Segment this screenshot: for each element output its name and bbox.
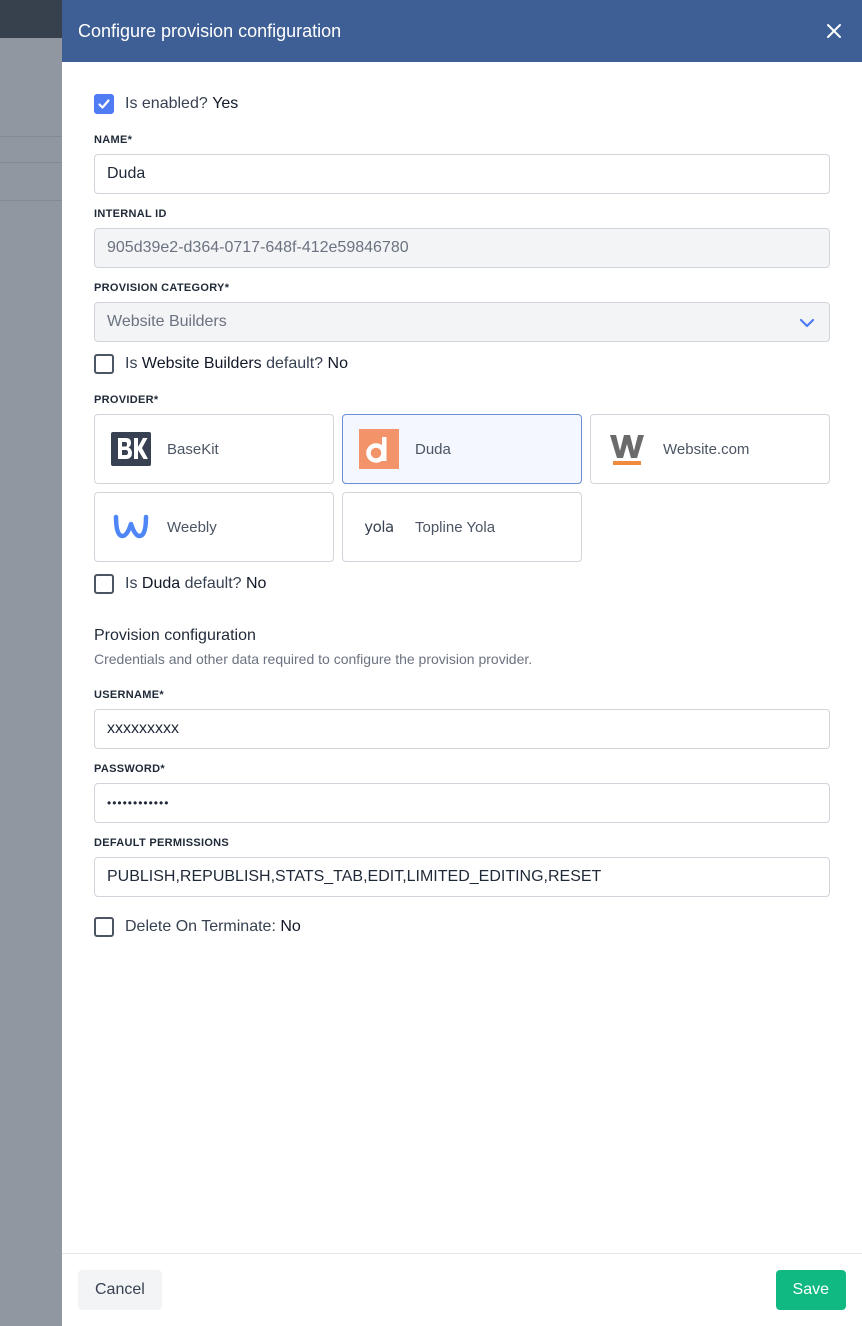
category-default-checkbox[interactable] [94, 354, 114, 374]
internal-id-value: 905d39e2-d364-0717-648f-412e59846780 [107, 239, 409, 256]
provider-card-websitecom[interactable]: Website.com [590, 414, 830, 484]
permissions-label: DEFAULT PERMISSIONS [94, 837, 230, 849]
name-label: NAME* [94, 134, 133, 146]
weebly-logo [111, 507, 151, 547]
close-icon [827, 24, 841, 38]
provider-default-prefix: Is [125, 575, 138, 592]
enabled-label: Is enabled? [125, 95, 208, 112]
duda-logo [359, 429, 399, 469]
side-panel: Configure provision configuration Is ena… [62, 0, 862, 1326]
provider-grid: BaseKit Duda Website.com Weebly yola Top… [94, 414, 830, 562]
chevron-down-icon [799, 318, 815, 328]
panel-header: Configure provision configuration [62, 0, 862, 62]
delete-on-terminate-checkbox[interactable] [94, 917, 114, 937]
username-value: xxxxxxxxx [107, 720, 179, 737]
password-input[interactable]: •••••••••••• [94, 783, 830, 823]
basekit-logo [111, 429, 151, 469]
provider-name: Topline Yola [415, 518, 496, 536]
delete-on-terminate-value: No [280, 918, 301, 935]
category-default-toggle[interactable]: Is Website Builders default? No [94, 353, 348, 375]
username-label: USERNAME* [94, 689, 164, 701]
section-title: Provision configuration [94, 627, 256, 644]
internal-id-label: INTERNAL ID [94, 208, 167, 220]
delete-on-terminate-toggle[interactable]: Delete On Terminate: No [94, 916, 301, 938]
category-select[interactable]: Website Builders [94, 302, 830, 342]
username-input[interactable]: xxxxxxxxx [94, 709, 830, 749]
provider-label: PROVIDER* [94, 394, 159, 406]
permissions-value: PUBLISH,REPUBLISH,STATS_TAB,EDIT,LIMITED… [107, 868, 602, 885]
provider-name: BaseKit [167, 440, 219, 458]
provider-card-topline-yola[interactable]: yola Topline Yola [342, 492, 582, 562]
provider-name: Duda [415, 440, 451, 458]
delete-on-terminate-label: Delete On Terminate: [125, 918, 276, 935]
category-default-category: Website Builders [141, 355, 262, 372]
section-description: Credentials and other data required to c… [94, 651, 533, 667]
permissions-input[interactable]: PUBLISH,REPUBLISH,STATS_TAB,EDIT,LIMITED… [94, 857, 830, 897]
password-label: PASSWORD* [94, 763, 165, 775]
provider-default-toggle[interactable]: Is Duda default? No [94, 573, 266, 595]
category-default-prefix: Is [125, 355, 138, 372]
password-value: •••••••••••• [107, 796, 170, 810]
provider-default-checkbox[interactable] [94, 574, 114, 594]
close-button[interactable] [822, 19, 846, 43]
category-default-suffix: default? [266, 355, 324, 372]
provider-name: Website.com [663, 440, 750, 458]
provider-card-duda[interactable]: Duda [342, 414, 582, 484]
provider-name: Weebly [167, 518, 217, 536]
enabled-value: Yes [212, 95, 239, 112]
panel-title: Configure provision configuration [78, 20, 342, 41]
name-value: Duda [107, 165, 146, 182]
name-input[interactable]: Duda [94, 154, 830, 194]
yola-logo: yola [359, 507, 399, 547]
category-default-value: No [327, 355, 348, 372]
provider-default-value: No [246, 575, 267, 592]
category-value: Website Builders [107, 313, 227, 330]
provider-default-provider: Duda [141, 575, 181, 592]
provider-card-weebly[interactable]: Weebly [94, 492, 334, 562]
panel-footer: Cancel Save [62, 1253, 862, 1326]
save-button[interactable]: Save [775, 1270, 846, 1310]
enabled-checkbox[interactable] [94, 94, 114, 114]
check-icon [98, 99, 110, 109]
modal-overlay[interactable] [0, 0, 62, 1326]
yola-logo-text: yola [364, 518, 394, 536]
cancel-button[interactable]: Cancel [78, 1270, 162, 1310]
category-label: PROVISION CATEGORY* [94, 282, 230, 294]
provider-default-suffix: default? [184, 575, 242, 592]
provider-card-basekit[interactable]: BaseKit [94, 414, 334, 484]
enabled-toggle[interactable]: Is enabled? Yes [94, 93, 238, 115]
internal-id-input: 905d39e2-d364-0717-648f-412e59846780 [94, 228, 830, 268]
websitecom-logo [607, 429, 647, 469]
